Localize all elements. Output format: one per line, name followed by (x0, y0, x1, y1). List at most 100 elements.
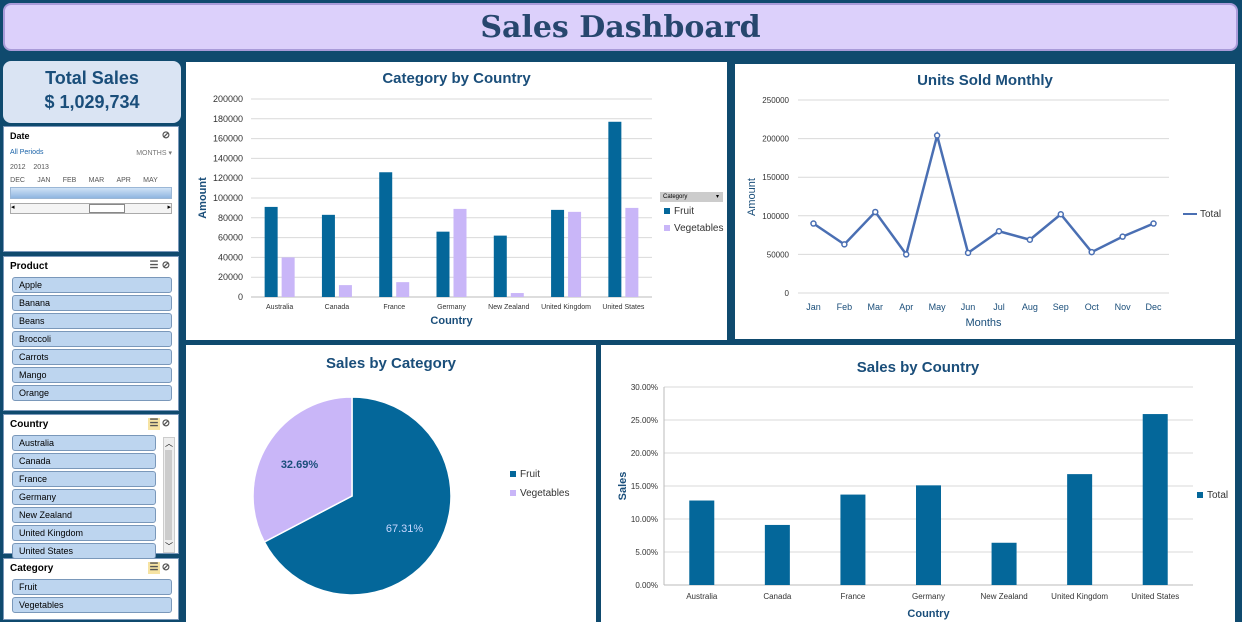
data-point (810, 220, 817, 227)
sales-by-country-svg: 0.00% 5.00% 10.00% 15.00% 20.00% 25.00% 30.00%… (617, 383, 1193, 620)
bar-total (991, 542, 1017, 585)
units-sold-monthly-chart: Units Sold Monthly 0 50000 100000 150000 200… (735, 64, 1235, 339)
total-sales-card: Total Sales $ 1,029,734 (3, 61, 181, 123)
slicer-item-product[interactable]: Broccoli (12, 331, 172, 347)
month-label: DEC (10, 177, 25, 184)
slicer-item-product[interactable]: Beans (12, 313, 172, 329)
y-tick-label: 40000 (218, 252, 243, 262)
y-tick-label: 250000 (762, 96, 789, 105)
country-scrollbar[interactable]: ︿ ﹀ (163, 437, 175, 553)
y-tick-label: 20000 (218, 272, 243, 282)
slicer-item-product[interactable]: Carrots (12, 349, 172, 365)
x-tick-label: Feb (837, 302, 853, 312)
slicer-item-product[interactable]: Orange (12, 385, 172, 401)
clear-filter-icon[interactable]: ⊘ (160, 562, 172, 574)
slicer-item-country[interactable]: France (12, 471, 156, 487)
product-slicer[interactable]: Product ☰ ⊘ Apple Banana Beans Broccoli Carro… (3, 256, 179, 411)
data-label: 67.31% (386, 523, 424, 535)
slicer-item-country[interactable]: Australia (12, 435, 156, 451)
legend-title-box[interactable]: Category ▾ (660, 192, 723, 202)
bar-vegetables (453, 208, 467, 297)
bar-vegetables (510, 293, 524, 297)
x-tick-label: Jan (806, 302, 821, 312)
scroll-down-icon[interactable]: ﹀ (164, 541, 174, 552)
scroll-thumb[interactable] (165, 450, 172, 540)
legend-entry: Total (1197, 490, 1228, 501)
slicer-item-country[interactable]: United States (12, 543, 156, 559)
slicer-item-product[interactable]: Mango (12, 367, 172, 383)
y-tick-label: 160000 (213, 134, 243, 144)
scroll-right-icon[interactable]: ▸ (167, 203, 171, 211)
timeline-scrollbar[interactable]: ◂ ▸ (10, 203, 172, 214)
y-tick-label: 120000 (213, 173, 243, 183)
slicer-item-category[interactable]: Vegetables (12, 597, 172, 613)
bar-vegetables (568, 211, 582, 297)
scroll-thumb[interactable] (89, 204, 125, 213)
month-label: APR (116, 177, 131, 184)
clear-filter-icon[interactable]: ⊘ (160, 418, 172, 430)
dashboard-title: Sales Dashboard (480, 9, 761, 45)
legend-entry: Vegetables (664, 223, 724, 234)
date-slicer[interactable]: Date ⊘ All Periods MONTHS ▾ 2012 2013 DE… (3, 126, 179, 252)
product-list: Apple Banana Beans Broccoli Carrots Mango Oran… (4, 277, 178, 401)
bar-total (916, 485, 941, 585)
legend-swatch (510, 490, 516, 496)
y-tick-label: 50000 (767, 250, 790, 259)
date-slicer-title: Date (10, 131, 30, 141)
legend-title: Category (663, 194, 688, 200)
category-slicer[interactable]: Category ☰ ⊘ Fruit Vegetables (3, 558, 179, 620)
sales-by-category-chart: Sales by Category 67.31% 32.69% Fruit Veg… (186, 345, 596, 622)
y-tick-label: 15.00% (631, 482, 658, 491)
timeline-bar[interactable] (10, 187, 172, 199)
y-tick-label: 0 (785, 289, 790, 298)
slicer-item-category[interactable]: Fruit (12, 579, 172, 595)
time-level-dropdown[interactable]: MONTHS ▾ (136, 149, 172, 157)
sales-by-country-chart: Sales by Country 0.00% 5.00% 10.00% 15.00% 2… (601, 345, 1235, 622)
slicer-item-country[interactable]: United Kingdom (12, 525, 156, 541)
y-tick-label: 200000 (213, 94, 243, 104)
data-point (1026, 236, 1034, 243)
legend-entry: Vegetables (510, 488, 570, 499)
slicer-item-product[interactable]: Apple (12, 277, 172, 293)
y-tick-label: 100000 (762, 212, 789, 221)
legend-label: Total (1200, 209, 1222, 220)
legend-swatch (664, 225, 670, 231)
slicer-item-product[interactable]: Banana (12, 295, 172, 311)
country-slicer[interactable]: Country ☰ ⊘ Australia Canada France Germany N… (3, 414, 179, 559)
clear-filter-icon[interactable]: ⊘ (160, 130, 172, 142)
slicer-item-country[interactable]: Canada (12, 453, 156, 469)
bar-total (840, 494, 866, 585)
scroll-up-icon[interactable]: ︿ (164, 438, 174, 449)
total-sales-value: $ 1,029,734 (44, 92, 140, 112)
legend-label: Fruit (674, 206, 694, 217)
total-sales-label: Total Sales (45, 68, 139, 88)
multi-select-icon[interactable]: ☰ (148, 260, 160, 272)
legend-entry: Fruit (510, 469, 540, 480)
y-axis-label: Amount (746, 178, 758, 216)
legend-entry: Fruit (664, 206, 694, 217)
series-line-total (812, 130, 1155, 258)
slicer-item-country[interactable]: Germany (12, 489, 156, 505)
data-point (995, 227, 1003, 235)
x-tick-label: United States (1131, 592, 1179, 601)
y-tick-label: 5.00% (635, 548, 658, 557)
y-tick-label: 200000 (762, 135, 789, 144)
country-list: Australia Canada France Germany New Zealand U… (4, 435, 162, 559)
bar-fruit (321, 214, 335, 297)
multi-select-icon[interactable]: ☰ (148, 562, 160, 574)
x-tick-label: Germany (437, 304, 466, 311)
bar-vegetables (338, 285, 352, 297)
x-tick-label: Jul (993, 302, 1005, 312)
multi-select-icon[interactable]: ☰ (148, 418, 160, 430)
scroll-left-icon[interactable]: ◂ (11, 203, 15, 211)
y-tick-label: 25.00% (631, 416, 658, 425)
y-tick-label: 140000 (213, 153, 243, 163)
country-slicer-title: Country (10, 418, 49, 430)
slicer-item-country[interactable]: New Zealand (12, 507, 156, 523)
bar-total (764, 524, 790, 585)
all-periods-label[interactable]: All Periods (10, 149, 43, 157)
units-sold-svg: 0 50000 100000 150000 200000 250000 Jan Feb Mar A… (746, 96, 1169, 329)
x-tick-label: Germany (912, 592, 945, 601)
clear-filter-icon[interactable]: ⊘ (160, 260, 172, 272)
legend-swatch (1197, 492, 1203, 498)
